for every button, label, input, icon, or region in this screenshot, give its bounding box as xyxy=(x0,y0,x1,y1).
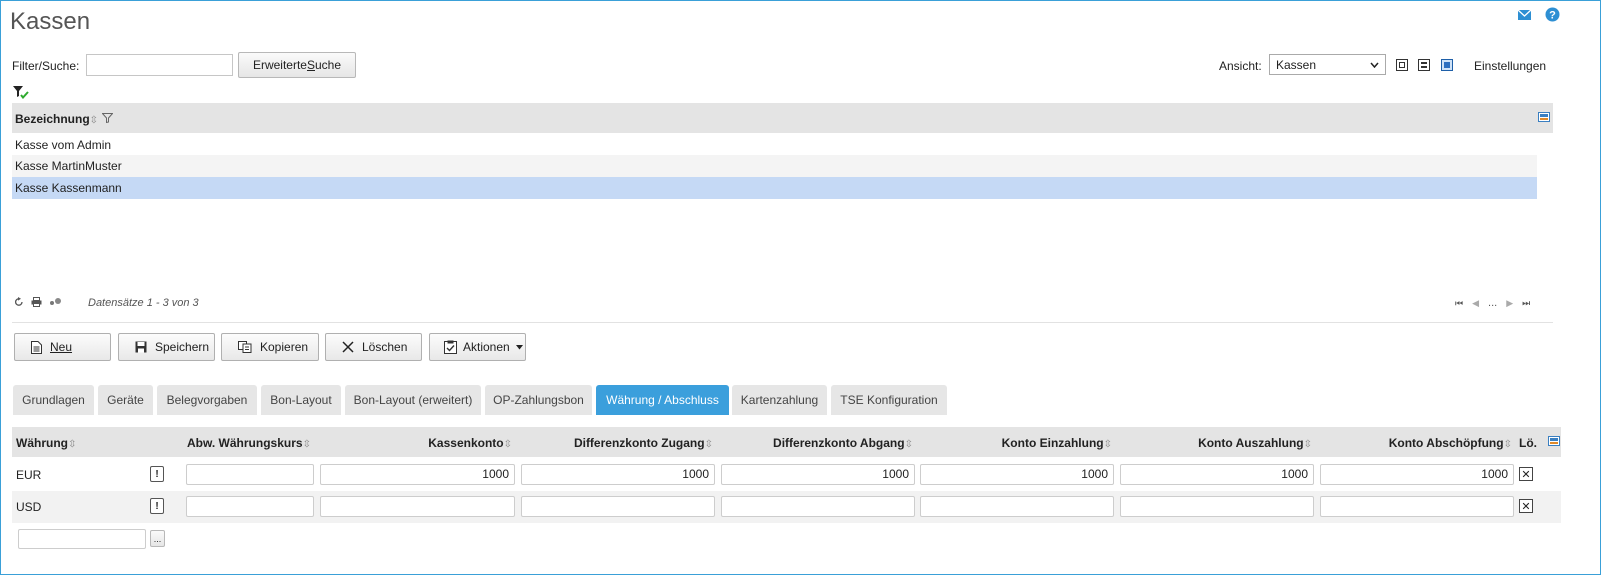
konto-einzahlung-input[interactable]: 1000 xyxy=(920,464,1114,485)
delete-row-checkbox[interactable]: ✕ xyxy=(1519,467,1533,481)
tab-kartenzahlung[interactable]: Kartenzahlung xyxy=(732,385,827,415)
list-row-label: Kasse Kassenmann xyxy=(15,181,122,195)
list-row-label: Kasse MartinMuster xyxy=(15,159,122,173)
view-split-icon[interactable] xyxy=(1418,59,1430,71)
filter-input[interactable] xyxy=(86,54,233,76)
close-icon xyxy=(342,341,354,353)
clipboard-icon xyxy=(444,340,457,354)
help-icon[interactable]: ? xyxy=(1545,7,1560,22)
column-header-konto-auszahlung[interactable]: Konto Auszahlung⇳ xyxy=(1120,436,1312,450)
list-row[interactable]: Kasse vom Admin xyxy=(12,134,1537,155)
column-header-diff-zugang[interactable]: Differenzkonto Zugang⇳ xyxy=(521,436,713,450)
column-filter-icon[interactable] xyxy=(102,113,113,123)
delete-row-checkbox[interactable]: ✕ xyxy=(1519,499,1533,513)
view-label: Ansicht: xyxy=(1219,59,1262,73)
column-header-konto-abschoepfung[interactable]: Konto Abschöpfung⇳ xyxy=(1320,436,1512,450)
last-page-icon[interactable]: ⏭ xyxy=(1522,298,1530,309)
filter-label: Filter/Suche: xyxy=(12,59,80,73)
tab-op-zahlungsbon[interactable]: OP-Zahlungsbon xyxy=(485,385,592,415)
diff-zugang-input[interactable] xyxy=(521,496,715,517)
konto-einzahlung-input[interactable] xyxy=(920,496,1114,517)
pager-ellipsis: ... xyxy=(1488,297,1498,309)
sort-icon[interactable]: ⇳ xyxy=(1504,439,1512,450)
delete-button[interactable]: Löschen xyxy=(325,333,422,361)
actions-dropdown-button[interactable]: Aktionen xyxy=(429,333,526,361)
sort-icon[interactable]: ⇳ xyxy=(1304,439,1312,450)
exchange-rate-input[interactable] xyxy=(186,496,314,517)
svg-text:?: ? xyxy=(1549,10,1556,22)
tab-grundlagen[interactable]: Grundlagen xyxy=(13,385,94,415)
column-header-loeschen: Lö. xyxy=(1519,436,1537,450)
print-icon[interactable] xyxy=(31,297,42,307)
filter-active-icon[interactable] xyxy=(13,86,29,99)
floppy-disk-icon xyxy=(135,341,147,353)
exclamation-icon[interactable]: ! xyxy=(150,498,164,514)
exclamation-icon[interactable]: ! xyxy=(150,466,164,482)
page-title: Kassen xyxy=(10,8,91,35)
view-select[interactable]: Kassen xyxy=(1269,54,1386,75)
kassenkonto-input[interactable] xyxy=(320,496,515,517)
tab-tse-konfiguration[interactable]: TSE Konfiguration xyxy=(831,385,947,415)
column-header-kassenkonto[interactable]: Kassenkonto⇳ xyxy=(320,436,512,450)
tab-waehrung-abschluss[interactable]: Währung / Abschluss xyxy=(596,385,729,415)
settings-link[interactable]: Einstellungen xyxy=(1474,59,1546,73)
currency-code: EUR xyxy=(16,468,42,482)
pager: ⏮ ◀ ... ▶ ⏭ xyxy=(1455,297,1530,309)
exchange-rate-input[interactable] xyxy=(186,464,314,485)
column-header-abw-kurs[interactable]: Abw. Währungskurs⇳ xyxy=(187,436,311,450)
copy-button[interactable]: Kopieren xyxy=(221,333,319,361)
chevron-down-icon xyxy=(1370,62,1379,68)
next-page-icon[interactable]: ▶ xyxy=(1506,298,1513,309)
column-chooser-icon[interactable] xyxy=(1548,436,1560,446)
konto-auszahlung-input[interactable]: 1000 xyxy=(1120,464,1314,485)
copy-icon xyxy=(238,341,252,353)
sort-icon[interactable]: ⇳ xyxy=(303,439,311,450)
column-header-diff-abgang[interactable]: Differenzkonto Abgang⇳ xyxy=(721,436,913,450)
diff-abgang-input[interactable] xyxy=(721,496,915,517)
tab-belegvorgaben[interactable]: Belegvorgaben xyxy=(157,385,257,415)
view-single-icon[interactable] xyxy=(1396,59,1408,71)
tab-bon-layout[interactable]: Bon-Layout xyxy=(261,385,341,415)
records-count: Datensätze 1 - 3 von 3 xyxy=(88,297,199,309)
refresh-icon[interactable] xyxy=(14,297,24,307)
caret-down-icon xyxy=(515,344,523,349)
tab-geraete[interactable]: Geräte xyxy=(98,385,153,415)
currency-code: USD xyxy=(16,500,42,514)
mail-icon[interactable] xyxy=(1517,8,1532,22)
sort-icon[interactable]: ⇳ xyxy=(504,439,512,450)
list-row[interactable]: Kasse MartinMuster xyxy=(12,155,1537,177)
list-header xyxy=(12,103,1553,133)
tab-bon-layout-erweitert[interactable]: Bon-Layout (erweitert) xyxy=(345,385,481,415)
kassenkonto-input[interactable]: 1000 xyxy=(320,464,515,485)
diff-abgang-input[interactable]: 1000 xyxy=(721,464,915,485)
first-page-icon[interactable]: ⏮ xyxy=(1455,298,1463,309)
list-row-selected[interactable]: Kasse Kassenmann xyxy=(12,177,1537,199)
view-detail-icon[interactable] xyxy=(1441,59,1453,71)
divider xyxy=(12,322,1553,323)
new-currency-input[interactable] xyxy=(18,529,146,549)
export-icon[interactable] xyxy=(49,297,63,307)
advanced-search-button[interactable]: Erweiterte Suche xyxy=(238,52,356,78)
sort-icon[interactable]: ⇳ xyxy=(68,439,76,450)
prev-page-icon[interactable]: ◀ xyxy=(1472,298,1479,309)
sort-icon[interactable]: ⇳ xyxy=(905,439,913,450)
column-header-waehrung[interactable]: Währung⇳ xyxy=(16,436,76,450)
konto-abschoepfung-input[interactable] xyxy=(1320,496,1514,517)
sort-icon[interactable]: ⇳ xyxy=(90,115,98,126)
save-button[interactable]: Speichern xyxy=(118,333,215,361)
konto-abschoepfung-input[interactable]: 1000 xyxy=(1320,464,1514,485)
column-chooser-icon[interactable] xyxy=(1538,112,1550,122)
list-row-label: Kasse vom Admin xyxy=(15,138,112,152)
sort-icon[interactable]: ⇳ xyxy=(705,439,713,450)
diff-zugang-input[interactable]: 1000 xyxy=(521,464,715,485)
lookup-button[interactable]: ... xyxy=(150,530,165,547)
konto-auszahlung-input[interactable] xyxy=(1120,496,1314,517)
document-icon xyxy=(31,340,42,354)
sort-icon[interactable]: ⇳ xyxy=(1104,439,1112,450)
column-header-konto-einzahlung[interactable]: Konto Einzahlung⇳ xyxy=(920,436,1112,450)
column-header-bezeichnung[interactable]: Bezeichnung⇳ xyxy=(15,112,98,126)
new-button[interactable]: Neu xyxy=(14,333,111,361)
